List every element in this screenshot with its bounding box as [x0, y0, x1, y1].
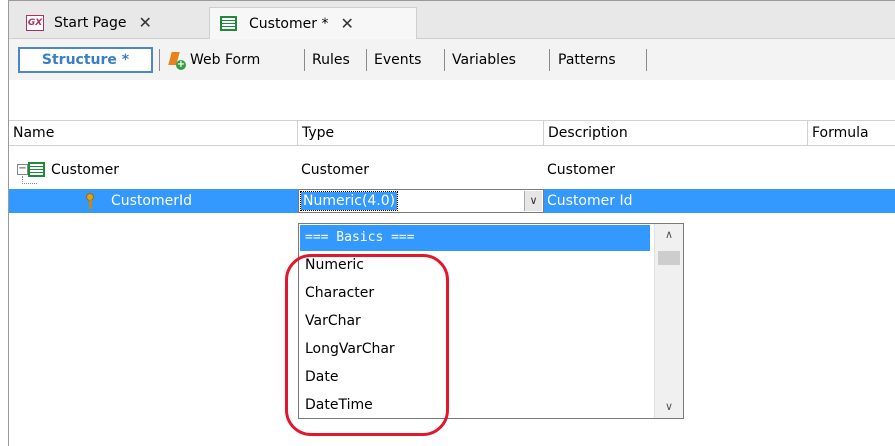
- annotation-highlight: [285, 254, 449, 436]
- editor-window: GX Start Page ✕ Customer * ✕ Structure *…: [8, 0, 895, 446]
- toolbar-separator: [444, 49, 445, 71]
- tab-label: Web Form: [190, 52, 261, 68]
- tab-web-form[interactable]: + Web Form: [168, 47, 260, 73]
- toolbar-separator: [549, 49, 550, 71]
- toolbar-separator: [366, 49, 367, 71]
- close-icon[interactable]: ✕: [340, 15, 353, 32]
- tab-events[interactable]: Events: [374, 47, 421, 73]
- attribute-name: CustomerId: [111, 193, 193, 209]
- dropdown-item[interactable]: === Basics ===: [300, 225, 650, 251]
- attribute-name: Customer: [51, 162, 120, 178]
- table-row[interactable]: CustomerId Numeric(4.0) ∨ Customer Id: [9, 189, 895, 213]
- dropdown-scrollbar[interactable]: ∧ ∨: [654, 224, 683, 418]
- tab-label: Start Page: [54, 14, 127, 31]
- table-row[interactable]: − Customer Customer Customer: [9, 158, 895, 182]
- scroll-down-icon[interactable]: ∨: [655, 396, 683, 418]
- tab-customer[interactable]: Customer * ✕: [209, 7, 417, 39]
- type-combobox[interactable]: Numeric(4.0) ∨: [298, 189, 544, 213]
- transaction-icon: [28, 162, 45, 177]
- grid-header: Name Type Description Formula: [9, 120, 895, 146]
- toolbar-separator: [646, 49, 647, 71]
- toolbar-separator: [304, 49, 305, 71]
- tab-rules[interactable]: Rules: [312, 47, 350, 73]
- column-header-type[interactable]: Type: [298, 121, 544, 145]
- type-value: Numeric(4.0): [299, 191, 399, 211]
- web-form-icon: +: [168, 52, 186, 70]
- close-icon[interactable]: ✕: [139, 14, 152, 31]
- column-header-description[interactable]: Description: [544, 121, 808, 145]
- column-header-name[interactable]: Name: [9, 121, 298, 145]
- transaction-icon: [220, 16, 237, 31]
- gx-logo-icon: GX: [26, 14, 44, 31]
- attribute-type: Customer: [301, 162, 370, 178]
- tab-start-page[interactable]: GX Start Page ✕: [18, 7, 208, 38]
- collapse-icon[interactable]: −: [17, 164, 28, 175]
- tab-label: Customer *: [249, 15, 329, 32]
- tab-variables[interactable]: Variables: [452, 47, 516, 73]
- tab-structure[interactable]: Structure *: [18, 47, 153, 73]
- object-toolbar: Structure * + Web Form Rules Events Vari…: [9, 39, 895, 80]
- toolbar-separator: [159, 49, 160, 71]
- chevron-down-icon[interactable]: ∨: [524, 191, 542, 211]
- key-icon: [86, 193, 94, 209]
- attribute-description: Customer: [547, 162, 616, 178]
- column-header-formula[interactable]: Formula: [808, 121, 895, 145]
- document-tab-bar: GX Start Page ✕ Customer * ✕: [9, 1, 895, 39]
- tab-patterns[interactable]: Patterns: [558, 47, 616, 73]
- attribute-description: Customer Id: [547, 193, 633, 209]
- scroll-up-icon[interactable]: ∧: [655, 224, 683, 246]
- scroll-thumb[interactable]: [658, 251, 680, 265]
- tree-connector: [22, 176, 37, 184]
